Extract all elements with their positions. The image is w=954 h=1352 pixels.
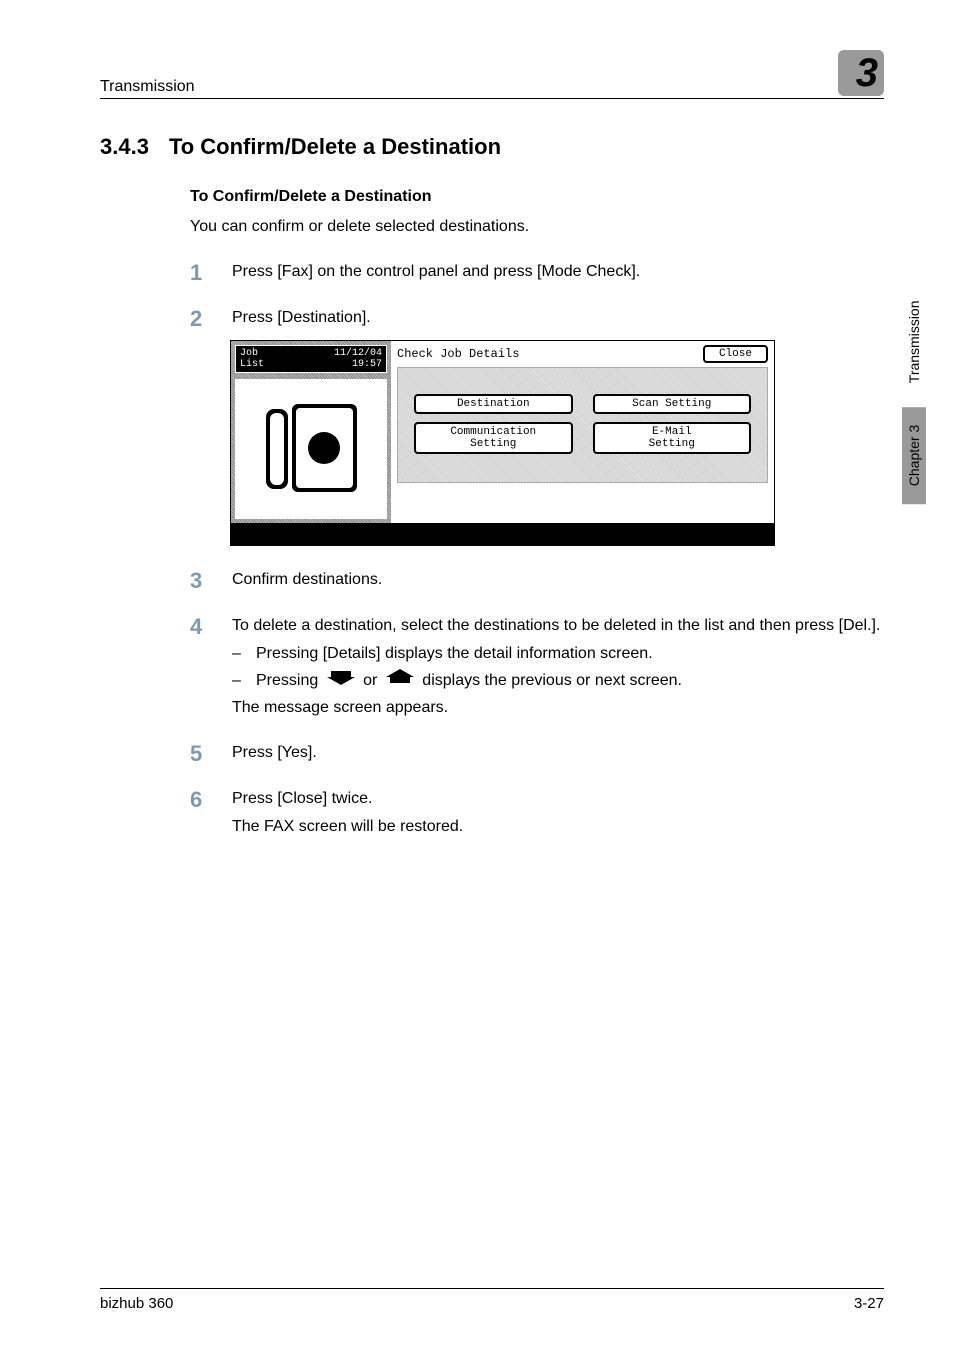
fax-machine-icon — [256, 394, 366, 504]
bullet-dash: – — [232, 669, 244, 692]
lcd-tab: Job List 11/12/04 19:57 — [235, 345, 387, 373]
step-text: To delete a destination, select the dest… — [232, 614, 884, 637]
footer-model: bizhub 360 — [100, 1295, 173, 1312]
section-number: 3.4.3 — [100, 134, 149, 160]
step-number: 1 — [190, 262, 210, 284]
step-subtext: Pressing or displays the previous or nex… — [256, 669, 682, 692]
step-number: 3 — [190, 570, 210, 592]
step-number: 2 — [190, 308, 210, 330]
running-header: Transmission — [100, 78, 195, 96]
chapter-number: 3 — [856, 51, 878, 96]
step-number: 6 — [190, 789, 210, 837]
side-tab-section: Transmission — [906, 300, 922, 383]
step-subtext: Pressing [Details] displays the detail i… — [256, 642, 653, 665]
step-text: Press [Fax] on the control panel and pre… — [232, 260, 884, 284]
footer-page-number: 3-27 — [854, 1295, 884, 1312]
lcd-close-button[interactable]: Close — [703, 345, 768, 363]
lcd-title: Check Job Details — [397, 347, 519, 361]
step-number: 5 — [190, 743, 210, 765]
step-text: Press [Destination]. — [232, 306, 884, 330]
step-follow-text: The FAX screen will be restored. — [232, 815, 884, 838]
step-text: Confirm destinations. — [232, 568, 884, 592]
page-up-icon — [386, 669, 414, 692]
lcd-destination-button[interactable]: Destination — [414, 394, 573, 414]
section-title: To Confirm/Delete a Destination — [169, 134, 501, 160]
lcd-scan-setting-button[interactable]: Scan Setting — [593, 394, 752, 414]
lcd-communication-setting-button[interactable]: Communication Setting — [414, 422, 573, 454]
intro-text: You can confirm or delete selected desti… — [190, 216, 884, 238]
lcd-email-setting-button[interactable]: E-Mail Setting — [593, 422, 752, 454]
bullet-dash: – — [232, 642, 244, 665]
sub-heading: To Confirm/Delete a Destination — [190, 188, 884, 206]
lcd-tab-left: Job List — [240, 348, 264, 370]
step-follow-text: The message screen appears. — [232, 696, 884, 719]
step-text: Press [Yes]. — [232, 741, 884, 765]
step-text: Press [Close] twice. — [232, 787, 884, 810]
side-tab-chapter: Chapter 3 — [902, 407, 926, 504]
lcd-tab-right: 11/12/04 19:57 — [334, 348, 382, 370]
page-down-icon — [327, 669, 355, 692]
chapter-badge: 3 — [834, 50, 884, 96]
lcd-screenshot: Job List 11/12/04 19:57 Check Job Detail… — [230, 340, 775, 546]
step-number: 4 — [190, 616, 210, 719]
